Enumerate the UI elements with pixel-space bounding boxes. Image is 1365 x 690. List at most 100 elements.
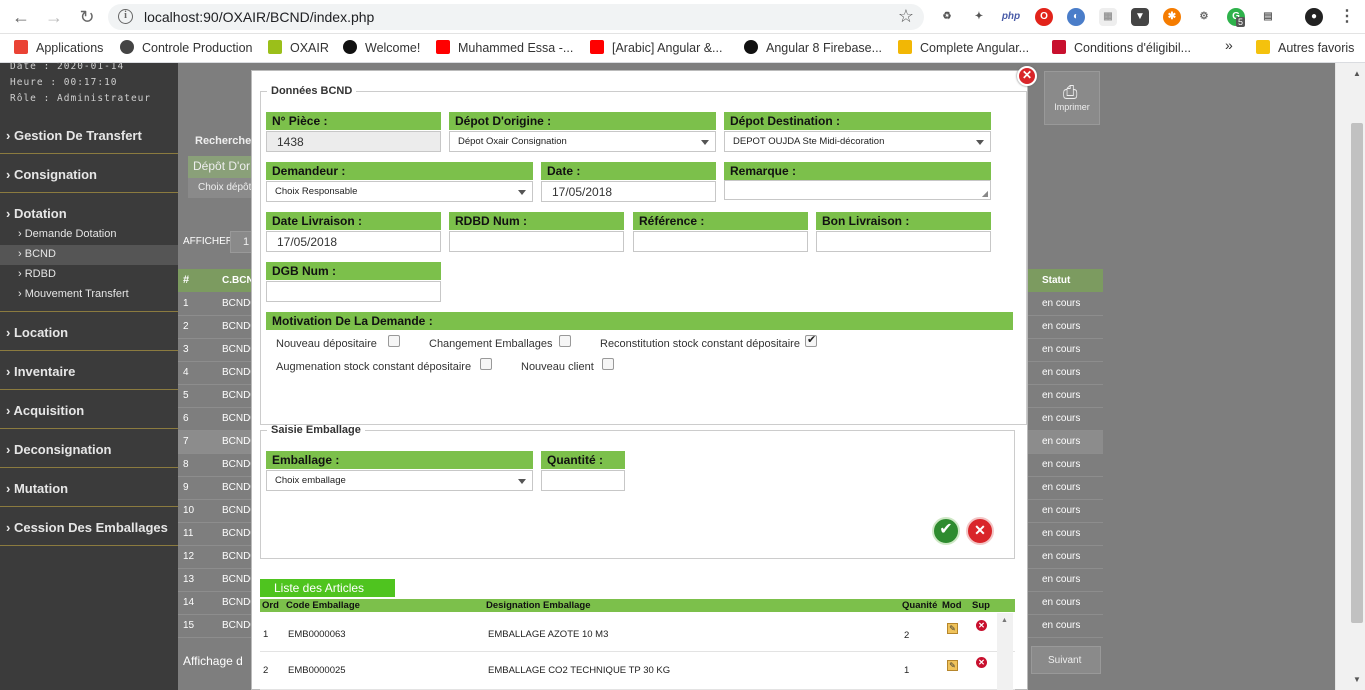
delete-icon[interactable]: ✕ [976, 620, 987, 631]
close-modal-icon[interactable]: ✕ [1017, 66, 1037, 86]
bookmark-other[interactable]: Autres favoris [1256, 40, 1354, 55]
piece-field[interactable]: 1438 [266, 131, 441, 152]
checkbox-nouveau-depositaire[interactable] [388, 335, 400, 347]
shield-extension-icon[interactable]: ▼ [1131, 8, 1149, 26]
reference-field[interactable] [633, 231, 808, 252]
sidebar-item-acquisition[interactable]: › Acquisition [0, 390, 178, 429]
sidebar: Date : 2020-01-14 Heure : 00:17:10 Rôle … [0, 61, 178, 690]
edit-icon[interactable]: ✎ [947, 623, 958, 634]
bg-print-button[interactable]: ⎙ Imprimer [1044, 71, 1100, 125]
chevron-down-icon [976, 140, 984, 145]
sidebar-item-gestion-transfert[interactable]: › Gestion De Transfert [0, 115, 178, 154]
bg-row-number: 12 [183, 551, 195, 562]
bg-next-button[interactable]: Suivant [1031, 646, 1101, 674]
date-livraison-field[interactable]: 17/05/2018 [266, 231, 441, 252]
gear-extension-icon[interactable]: ⚙ [1195, 8, 1213, 26]
col-code: Code Emballage [286, 600, 360, 611]
bg-row-number: 4 [183, 367, 189, 378]
remarque-textarea[interactable]: ◢ [724, 180, 991, 200]
demandeur-label: Demandeur : [266, 162, 533, 180]
grid-extension-icon[interactable]: ▦ [1099, 8, 1117, 26]
articles-table-header: Ord Code Emballage Designation Emballage… [260, 599, 1015, 612]
validate-button[interactable]: ✔ [932, 517, 960, 545]
bookmark-oxair[interactable]: OXAIR [268, 40, 329, 55]
profile-avatar[interactable]: ● [1305, 8, 1323, 26]
dgb-num-label: DGB Num : [266, 262, 441, 280]
date-field[interactable]: 17/05/2018 [541, 181, 716, 202]
bookmark-controle-production[interactable]: Controle Production [120, 40, 252, 55]
info-icon[interactable]: i [118, 9, 133, 24]
opera-extension-icon[interactable]: O [1035, 8, 1053, 26]
sidebar-sub-bcnd[interactable]: › BCND [0, 245, 178, 265]
bookmark-arabic-angular[interactable]: [Arabic] Angular &... [590, 40, 722, 55]
checkbox-nouveau-client[interactable] [602, 358, 614, 370]
checkbox-augmentation[interactable] [480, 358, 492, 370]
bg-row-number: 14 [183, 597, 195, 608]
emballage-select[interactable]: Choix emballage [266, 470, 533, 491]
scroll-thumb[interactable] [1351, 123, 1363, 623]
edit-icon[interactable]: ✎ [947, 660, 958, 671]
row-ord: 1 [263, 629, 269, 640]
bon-livraison-label: Bon Livraison : [816, 212, 991, 230]
demandeur-select[interactable]: Choix Responsable [266, 181, 533, 202]
page-scrollbar[interactable]: ▲ ▼ [1335, 63, 1365, 690]
bookmark-conditions[interactable]: Conditions d'éligibil... [1052, 40, 1191, 55]
php-extension-icon[interactable]: php [1000, 8, 1022, 26]
rdbd-num-field[interactable] [449, 231, 624, 252]
magic-wand-extension-icon[interactable]: ✦ [970, 8, 988, 26]
sidebar-item-inventaire[interactable]: › Inventaire [0, 351, 178, 390]
quantite-field[interactable] [541, 470, 625, 491]
bookmark-muhammed[interactable]: Muhammed Essa -... [436, 40, 573, 55]
articles-scrollbar[interactable]: ▲ [997, 613, 1013, 690]
forward-arrow-icon[interactable]: → [43, 6, 65, 28]
bg-row-number: 8 [183, 459, 189, 470]
delete-icon[interactable]: ✕ [976, 657, 987, 668]
col-sup: Sup [972, 600, 990, 611]
sidebar-item-cession-emballages[interactable]: › Cession Des Emballages [0, 507, 178, 546]
sidebar-item-deconsignation[interactable]: › Deconsignation [0, 429, 178, 468]
scroll-up-icon[interactable]: ▲ [1001, 617, 1008, 624]
check-label-changement-emballages: Changement Emballages [429, 338, 553, 350]
circle-extension-icon[interactable]: ◐ [1067, 8, 1085, 26]
bookmark-applications[interactable]: Applications [14, 40, 103, 55]
sidebar-sub-mouvement-transfert[interactable]: › Mouvement Transfert [0, 285, 178, 312]
sidebar-item-dotation[interactable]: › Dotation [0, 193, 178, 225]
scroll-up-icon[interactable]: ▲ [1353, 69, 1361, 78]
tek-icon [898, 40, 912, 54]
address-bar[interactable]: i localhost:90/OXAIR/BCND/index.php ☆ [108, 4, 924, 30]
resize-handle-icon[interactable]: ◢ [982, 189, 988, 198]
dgb-num-field[interactable] [266, 281, 441, 302]
bg-row-status: en cours [1042, 597, 1081, 608]
liste-articles-tab[interactable]: Liste des Articles [260, 579, 395, 597]
youtube-icon [436, 40, 450, 54]
scroll-down-icon[interactable]: ▼ [1353, 675, 1361, 684]
saisie-emballage-legend: Saisie Emballage [271, 424, 361, 436]
sidebar-sub-demande-dotation[interactable]: › Demande Dotation [0, 225, 178, 245]
sidebar-sub-rdbd[interactable]: › RDBD [0, 265, 178, 285]
settings-extension-icon[interactable]: ✱ [1163, 8, 1181, 26]
bon-livraison-field[interactable] [816, 231, 991, 252]
session-role: Rôle : Administrateur [10, 93, 152, 104]
checkbox-reconstitution[interactable] [805, 333, 817, 347]
back-arrow-icon[interactable]: ← [10, 6, 32, 28]
bank-icon [1052, 40, 1066, 54]
cancel-button[interactable]: ✕ [966, 517, 994, 545]
sidebar-item-mutation[interactable]: › Mutation [0, 468, 178, 507]
checkbox-changement-emballages[interactable] [559, 335, 571, 347]
bookmark-complete-angular[interactable]: Complete Angular... [898, 40, 1029, 55]
sidebar-item-consignation[interactable]: › Consignation [0, 154, 178, 193]
sidebar-item-location[interactable]: › Location [0, 312, 178, 351]
reload-icon[interactable]: ↻ [76, 6, 98, 28]
star-icon[interactable]: ☆ [898, 6, 914, 27]
bg-row-number: 5 [183, 390, 189, 401]
menu-dots-icon[interactable]: ⋮ [1338, 8, 1356, 26]
bookmark-welcome[interactable]: Welcome! [343, 40, 420, 55]
depot-origine-select[interactable]: Dépot Oxair Consignation [449, 131, 716, 152]
calendar-extension-icon[interactable]: ▤ [1259, 8, 1277, 26]
recycle-extension-icon[interactable]: ♻ [938, 8, 956, 26]
bookmark-angular-firebase[interactable]: Angular 8 Firebase... [744, 40, 882, 55]
depot-destination-select[interactable]: DEPOT OUJDA Ste Midi-décoration [724, 131, 991, 152]
more-bookmarks-icon[interactable]: » [1225, 37, 1233, 53]
printer-icon: ⎙ [1063, 82, 1078, 102]
url-text: localhost:90/OXAIR/BCND/index.php [144, 9, 375, 25]
